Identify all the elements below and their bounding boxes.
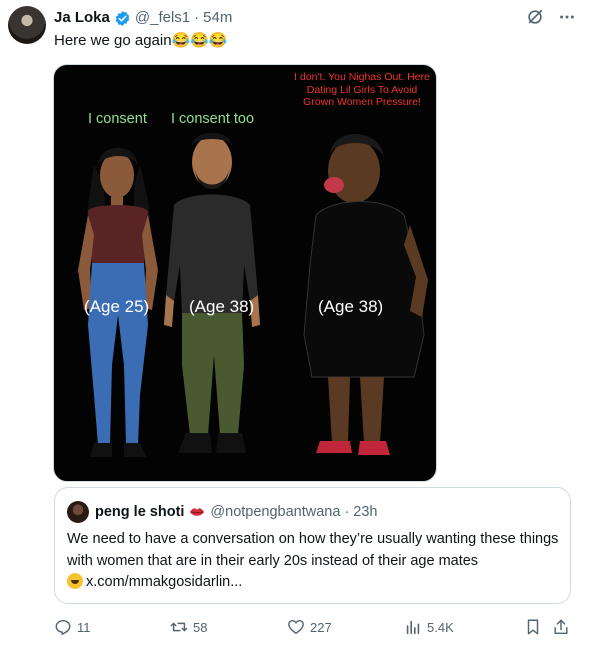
age-label-2: (Age 38) bbox=[189, 297, 255, 316]
share-icon bbox=[554, 619, 568, 635]
age-label-3: (Age 38) bbox=[318, 297, 384, 316]
like-button[interactable]: 227 bbox=[287, 618, 332, 636]
smiley-icon bbox=[67, 573, 83, 589]
quoted-link[interactable]: x.com/mmakgosidarlin... bbox=[86, 574, 242, 590]
repost-count: 58 bbox=[193, 619, 208, 635]
tweet-text: Here we go again😂😂😂 bbox=[54, 32, 228, 49]
reply-icon bbox=[55, 619, 71, 635]
verified-badge-icon bbox=[114, 10, 131, 27]
heart-icon bbox=[288, 619, 304, 635]
author-avatar[interactable] bbox=[8, 6, 46, 44]
consent-label-2: I consent too bbox=[171, 111, 255, 127]
quoted-name: peng le shoti bbox=[95, 504, 185, 520]
large-woman-figure bbox=[303, 133, 428, 455]
quoted-separator: · bbox=[344, 504, 350, 520]
caption-text: I don't. You Nighas Out. Here Dating Lil… bbox=[294, 71, 430, 108]
quoted-header: peng le shoti @notpengbantwana · 23h bbox=[95, 502, 378, 522]
reply-button[interactable]: 11 bbox=[54, 618, 91, 636]
views-button[interactable]: 5.4K bbox=[404, 618, 454, 636]
quoted-text: We need to have a conversation on how th… bbox=[67, 531, 559, 569]
like-count: 227 bbox=[310, 619, 332, 635]
repost-icon bbox=[170, 622, 188, 632]
share-button[interactable] bbox=[552, 618, 570, 636]
separator-dot: · bbox=[194, 9, 200, 26]
repost-button[interactable]: 58 bbox=[170, 618, 207, 636]
tweet-image[interactable]: I consent I consent too I don't. You Nig… bbox=[53, 64, 437, 482]
bookmark-icon bbox=[527, 619, 539, 635]
reply-count: 11 bbox=[77, 619, 91, 635]
tweet-time[interactable]: 54m bbox=[203, 8, 232, 28]
bookmark-button[interactable] bbox=[524, 618, 542, 636]
quoted-tweet[interactable]: peng le shoti @notpengbantwana · 23h We … bbox=[54, 487, 571, 604]
header-actions bbox=[526, 8, 576, 31]
lips-icon bbox=[189, 506, 205, 518]
author-handle[interactable]: @_fels1 bbox=[135, 8, 190, 28]
tweet-actions: 11 58 227 5.4K bbox=[54, 618, 570, 638]
quoted-text-block: We need to have a conversation on how th… bbox=[67, 529, 563, 594]
views-icon bbox=[406, 620, 420, 635]
more-icon[interactable] bbox=[558, 8, 576, 31]
tweet-header: Ja Loka @_fels1 · 54m bbox=[54, 8, 232, 28]
man-figure bbox=[164, 133, 260, 453]
illustration bbox=[78, 133, 428, 457]
views-count: 5.4K bbox=[427, 619, 454, 635]
grok-icon[interactable] bbox=[526, 8, 544, 31]
age-label-1: (Age 25) bbox=[84, 297, 150, 316]
quoted-handle: @notpengbantwana bbox=[210, 504, 341, 520]
consent-label-1: I consent bbox=[88, 111, 147, 127]
author-name[interactable]: Ja Loka bbox=[54, 8, 110, 28]
quoted-time: 23h bbox=[353, 504, 378, 520]
quoted-avatar bbox=[67, 501, 89, 523]
